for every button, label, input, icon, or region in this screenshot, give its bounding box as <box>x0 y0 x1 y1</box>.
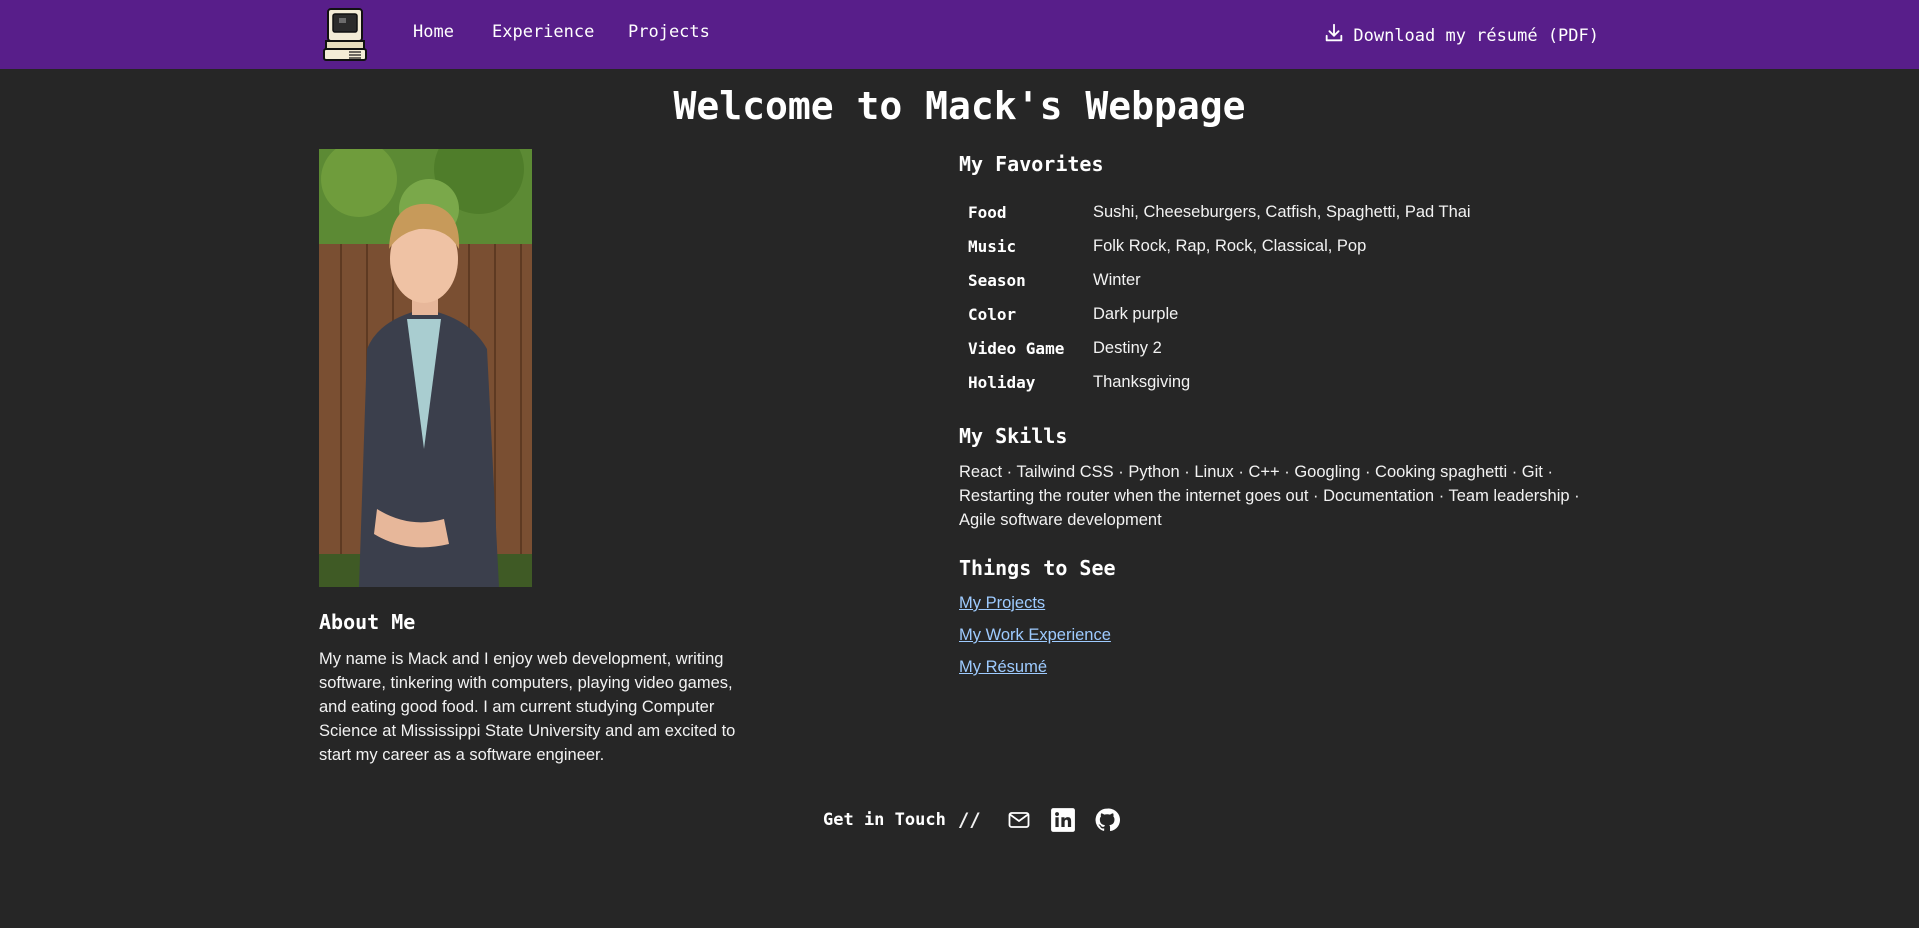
contact-bar: Get in Touch // <box>823 806 1121 834</box>
linkedin-icon[interactable] <box>1049 806 1077 834</box>
download-resume-button[interactable]: Download my résumé (PDF) <box>1323 22 1599 49</box>
contact-label: Get in Touch <box>823 810 946 830</box>
favorite-value: Folk Rock, Rap, Rock, Classical, Pop <box>1093 236 1367 255</box>
about-text: My name is Mack and I enjoy web developm… <box>319 650 736 764</box>
favorite-value: Winter <box>1093 270 1141 289</box>
favorite-key: Video Game <box>968 338 1065 358</box>
table-row: Season Winter <box>959 263 1480 297</box>
about-heading: About Me <box>319 610 416 634</box>
favorites-table: Food Sushi, Cheeseburgers, Catfish, Spag… <box>959 195 1480 399</box>
favorite-value: Destiny 2 <box>1093 338 1162 357</box>
favorite-key: Food <box>968 202 1007 222</box>
link-my-resume[interactable]: My Résumé <box>959 658 1047 677</box>
favorite-key: Season <box>968 270 1026 290</box>
nav-link-experience[interactable]: Experience <box>492 22 594 42</box>
table-row: Food Sushi, Cheeseburgers, Catfish, Spag… <box>959 195 1480 229</box>
nav-link-projects[interactable]: Projects <box>628 22 710 42</box>
favorite-value: Dark purple <box>1093 304 1179 323</box>
link-my-work-experience[interactable]: My Work Experience <box>959 626 1111 645</box>
profile-photo <box>319 149 532 587</box>
favorite-key: Music <box>968 236 1017 256</box>
skills-text: React · Tailwind CSS · Python · Linux · … <box>959 463 1580 529</box>
page-title: Welcome to Mack's Webpage <box>673 84 1246 128</box>
link-my-projects[interactable]: My Projects <box>959 594 1045 613</box>
favorite-value: Thanksgiving <box>1093 372 1191 391</box>
mail-icon[interactable] <box>1005 806 1033 834</box>
skills-heading: My Skills <box>959 424 1068 448</box>
download-resume-label: Download my résumé (PDF) <box>1353 25 1599 46</box>
things-to-see-heading: Things to See <box>959 556 1116 580</box>
retro-computer-logo-icon[interactable] <box>323 6 369 62</box>
contact-separator: // <box>957 809 981 831</box>
download-icon <box>1323 22 1345 49</box>
table-row: Music Folk Rock, Rap, Rock, Classical, P… <box>959 229 1480 263</box>
favorite-key: Holiday <box>968 372 1036 392</box>
top-navbar: Home Experience Projects Download my rés… <box>0 0 1919 69</box>
favorites-heading: My Favorites <box>959 152 1104 176</box>
favorite-value: Sushi, Cheeseburgers, Catfish, Spaghetti… <box>1093 202 1471 221</box>
table-row: Video Game Destiny 2 <box>959 331 1480 365</box>
favorite-key: Color <box>968 304 1017 324</box>
github-icon[interactable] <box>1093 806 1121 834</box>
table-row: Holiday Thanksgiving <box>959 365 1480 399</box>
nav-link-home[interactable]: Home <box>413 22 454 42</box>
table-row: Color Dark purple <box>959 297 1480 331</box>
